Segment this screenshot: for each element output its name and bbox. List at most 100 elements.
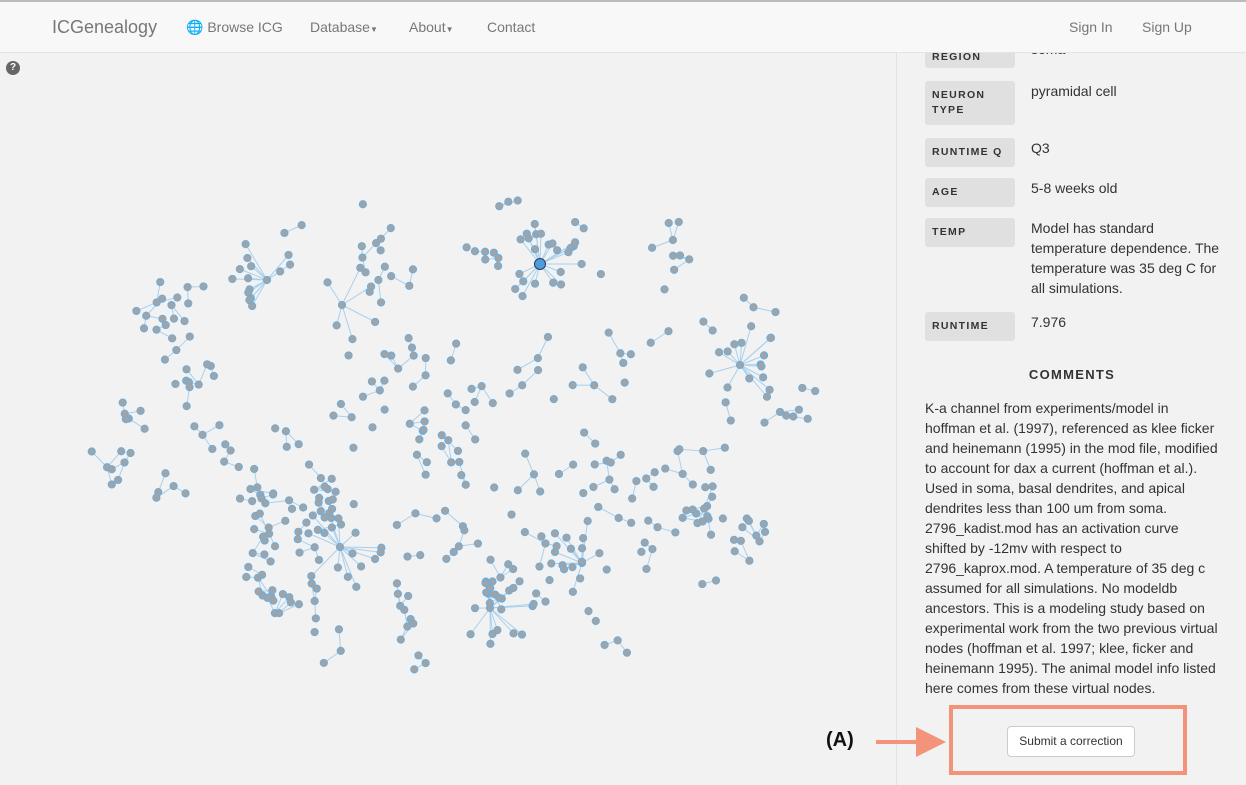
graph-node[interactable] xyxy=(168,334,177,343)
graph-node[interactable] xyxy=(407,343,417,352)
graph-node[interactable] xyxy=(507,510,516,519)
graph-node[interactable] xyxy=(244,274,253,283)
graph-node[interactable] xyxy=(726,416,735,425)
graph-node[interactable] xyxy=(343,572,352,582)
submit-correction-button[interactable]: Submit a correction xyxy=(1007,726,1135,757)
graph-node[interactable] xyxy=(380,405,389,414)
graph-node[interactable] xyxy=(310,485,319,494)
graph-node[interactable] xyxy=(444,436,453,445)
graph-node[interactable] xyxy=(320,482,329,491)
graph-node[interactable] xyxy=(284,250,293,260)
graph-node[interactable] xyxy=(392,520,401,530)
graph-node[interactable] xyxy=(421,353,430,363)
graph-node[interactable] xyxy=(358,253,367,262)
graph-node[interactable] xyxy=(405,419,414,428)
graph-node[interactable] xyxy=(548,239,557,248)
graph-node[interactable] xyxy=(564,248,573,257)
graph-node[interactable] xyxy=(650,468,659,477)
graph-node[interactable] xyxy=(118,398,127,407)
graph-node[interactable] xyxy=(723,347,732,356)
graph-node[interactable] xyxy=(107,465,116,474)
graph-node[interactable] xyxy=(602,565,611,574)
graph-node[interactable] xyxy=(415,435,424,444)
graph-node[interactable] xyxy=(194,380,203,389)
graph-node[interactable] xyxy=(310,543,319,552)
graph-node[interactable] xyxy=(653,523,662,532)
graph-node[interactable] xyxy=(414,651,423,660)
graph-node[interactable] xyxy=(349,443,358,452)
graph-node[interactable] xyxy=(268,490,278,499)
graph-node[interactable] xyxy=(570,238,580,247)
graph-node[interactable] xyxy=(250,525,259,534)
graph-node[interactable] xyxy=(380,349,389,359)
graph-node[interactable] xyxy=(637,547,646,556)
graph-node[interactable] xyxy=(314,555,324,565)
graph-node[interactable] xyxy=(420,417,429,426)
graph-node[interactable] xyxy=(591,616,600,626)
graph-node[interactable] xyxy=(451,400,460,409)
graph-node[interactable] xyxy=(156,277,165,287)
graph-node[interactable] xyxy=(705,369,714,378)
graph-node[interactable] xyxy=(203,360,212,369)
graph-node[interactable] xyxy=(675,251,685,260)
graph-node[interactable] xyxy=(577,259,586,269)
graph-node[interactable] xyxy=(160,355,170,364)
graph-node[interactable] xyxy=(600,640,609,650)
graph-node[interactable] xyxy=(243,253,252,263)
graph-node[interactable] xyxy=(706,530,716,539)
graph-node[interactable] xyxy=(515,269,524,279)
graph-node[interactable] xyxy=(307,571,316,581)
graph-node[interactable] xyxy=(489,248,498,257)
graph-node[interactable] xyxy=(422,458,431,467)
graph-node[interactable] xyxy=(606,458,615,467)
graph-node[interactable] xyxy=(361,268,370,277)
graph-node[interactable] xyxy=(766,333,776,342)
graph-node[interactable] xyxy=(335,542,345,552)
graph-node[interactable] xyxy=(457,471,466,480)
graph-node[interactable] xyxy=(247,262,256,271)
graph-node[interactable] xyxy=(126,448,135,458)
graph-node[interactable] xyxy=(328,495,337,504)
graph-node[interactable] xyxy=(437,431,446,440)
graph-node[interactable] xyxy=(664,218,673,228)
graph-node[interactable] xyxy=(553,246,562,255)
graph-node[interactable] xyxy=(571,217,580,227)
graph-node[interactable] xyxy=(344,351,353,360)
graph-node[interactable] xyxy=(516,235,525,244)
graph-node[interactable] xyxy=(403,622,412,631)
graph-node[interactable] xyxy=(180,316,189,326)
graph-node[interactable] xyxy=(140,424,149,433)
graph-node[interactable] xyxy=(185,332,194,341)
graph-node[interactable] xyxy=(452,339,461,348)
graph-node[interactable] xyxy=(367,377,377,386)
graph-node[interactable] xyxy=(333,563,342,572)
graph-node[interactable] xyxy=(250,464,259,474)
graph-node[interactable] xyxy=(376,298,386,307)
graph-node[interactable] xyxy=(670,265,679,274)
graph-node[interactable] xyxy=(331,487,340,496)
graph-node[interactable] xyxy=(248,497,257,506)
graph-node[interactable] xyxy=(455,457,464,467)
graph-node[interactable] xyxy=(117,447,126,456)
graph-node[interactable] xyxy=(674,217,683,227)
graph-node[interactable] xyxy=(477,381,486,391)
graph-node[interactable] xyxy=(642,474,651,483)
graph-node[interactable] xyxy=(152,493,161,502)
graph-node[interactable] xyxy=(481,247,490,256)
graph-node[interactable] xyxy=(762,392,772,401)
graph-node[interactable] xyxy=(675,445,684,454)
graph-node[interactable] xyxy=(167,300,176,310)
graph-node[interactable] xyxy=(297,221,306,230)
graph-node[interactable] xyxy=(387,351,396,360)
graph-node[interactable] xyxy=(708,492,717,501)
graph-node[interactable] xyxy=(614,513,623,523)
graph-node[interactable] xyxy=(404,333,413,343)
nav-database[interactable]: Database▼ xyxy=(310,19,378,35)
graph-node[interactable] xyxy=(198,430,207,439)
graph-node[interactable] xyxy=(486,555,495,564)
graph-node[interactable] xyxy=(590,381,599,390)
graph-node[interactable] xyxy=(315,493,324,502)
graph-node[interactable] xyxy=(254,587,263,596)
graph-node[interactable] xyxy=(556,280,566,289)
graph-node[interactable] xyxy=(365,287,374,296)
